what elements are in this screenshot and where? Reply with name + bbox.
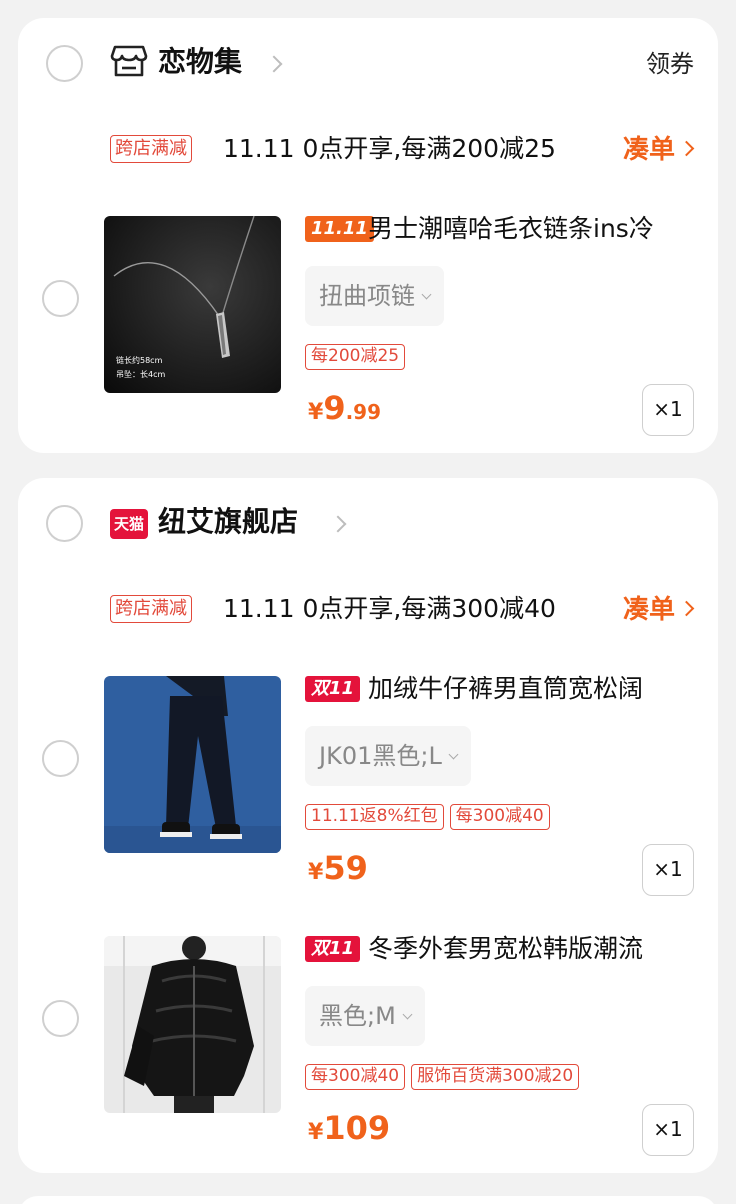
sku-selector[interactable]: 扭曲项链: [305, 266, 444, 326]
combine-order-label[interactable]: 凑单: [623, 135, 675, 165]
store-select-radio[interactable]: [46, 45, 83, 82]
price-currency: ¥: [308, 1120, 324, 1145]
product-image-necklace[interactable]: 链长约58cm 吊坠：长4cm: [104, 216, 281, 393]
product-title[interactable]: 冬季外套男宽松韩版潮流: [368, 930, 694, 968]
store-select-radio[interactable]: [46, 505, 83, 542]
jeans-photo: [104, 676, 281, 853]
discount-tag: 每300减40: [449, 804, 550, 830]
price-currency: ¥: [308, 400, 324, 425]
sku-value: JK01黑色;L: [319, 742, 442, 770]
sku-value: 黑色;M: [319, 1002, 396, 1030]
quantity-button[interactable]: ×1: [642, 1104, 694, 1156]
product-title[interactable]: 男士潮嘻哈毛衣链条ins冷: [368, 210, 694, 248]
discount-tags: 每300减40 服饰百货满300减20: [305, 1064, 585, 1090]
thumb-caption: 吊坠：长4cm: [116, 369, 165, 379]
store-name[interactable]: 纽艾旗舰店: [158, 502, 298, 542]
red-envelope-tag: 11.11返8%红包: [305, 804, 444, 830]
product-image-jeans[interactable]: [104, 676, 281, 853]
price: ¥9.99: [308, 388, 381, 434]
store-card-partial: [18, 1196, 718, 1204]
chevron-right-icon[interactable]: [678, 140, 695, 157]
store-card: 恋物集 领券 跨店满减 11.11 0点开享,每满200减25 凑单 链长约58…: [18, 18, 718, 453]
price: ¥109: [308, 1108, 390, 1154]
combine-order-link[interactable]: 凑单: [623, 590, 695, 630]
combine-order-link[interactable]: 凑单: [623, 130, 695, 170]
cart-item: 双11 冬季外套男宽松韩版潮流 黑色;M 每300减40 服饰百货满300减20 …: [18, 934, 718, 1156]
store-name[interactable]: 恋物集: [158, 42, 242, 82]
quantity-button[interactable]: ×1: [642, 844, 694, 896]
discount-tag: 每300减40: [305, 1064, 406, 1090]
chevron-down-icon: [448, 749, 459, 760]
shop-icon: [110, 45, 148, 77]
cross-store-discount-tag: 跨店满减: [110, 135, 192, 163]
category-discount-tag: 服饰百货满300减20: [411, 1064, 580, 1090]
thumb-caption: 链长约58cm: [116, 355, 163, 365]
product-title[interactable]: 加绒牛仔裤男直筒宽松阔: [368, 670, 694, 708]
cart-page: 恋物集 领券 跨店满减 11.11 0点开享,每满200减25 凑单 链长约58…: [0, 0, 736, 1204]
item-select-radio[interactable]: [42, 1000, 79, 1037]
tmall-icon: 天猫: [110, 509, 148, 539]
chevron-right-icon[interactable]: [265, 55, 283, 73]
item-select-radio[interactable]: [42, 740, 79, 777]
quantity-button[interactable]: ×1: [642, 384, 694, 436]
cart-item: 链长约58cm 吊坠：长4cm 11.11 男士潮嘻哈毛衣链条ins冷 扭曲项链…: [18, 214, 718, 436]
jacket-photo: [104, 936, 281, 1113]
price-integer: 109: [323, 1109, 391, 1147]
discount-tags: 每200减25: [305, 344, 411, 370]
product-image-jacket[interactable]: [104, 936, 281, 1113]
price-decimal: .99: [345, 400, 382, 424]
sku-selector[interactable]: 黑色;M: [305, 986, 425, 1046]
double-eleven-badge: 11.11: [305, 216, 374, 242]
double-eleven-badge: 双11: [305, 676, 361, 702]
store-header: 恋物集 领券: [18, 34, 718, 94]
get-coupon-link[interactable]: 领券: [646, 44, 694, 84]
price-currency: ¥: [308, 860, 324, 885]
chevron-down-icon: [421, 289, 432, 300]
cross-store-discount-tag: 跨店满减: [110, 595, 192, 623]
price-integer: 9: [323, 389, 346, 427]
promo-text: 11.11 0点开享,每满200减25: [223, 134, 556, 163]
item-select-radio[interactable]: [42, 280, 79, 317]
double-eleven-badge: 双11: [305, 936, 361, 962]
necklace-photo: 链长约58cm 吊坠：长4cm: [104, 216, 281, 393]
promo-row: 跨店满减 11.11 0点开享,每满200减25 凑单: [18, 130, 718, 170]
combine-order-label[interactable]: 凑单: [623, 595, 675, 625]
discount-tags: 11.11返8%红包 每300减40: [305, 804, 556, 830]
price: ¥59: [308, 848, 368, 894]
sku-value: 扭曲项链: [319, 282, 415, 310]
store-card: 天猫 纽艾旗舰店 跨店满减 11.11 0点开享,每满300减40 凑单 双11…: [18, 478, 718, 1173]
price-integer: 59: [323, 849, 368, 887]
promo-text: 11.11 0点开享,每满300减40: [223, 594, 556, 623]
chevron-right-icon[interactable]: [329, 515, 347, 533]
discount-tag: 每200减25: [305, 344, 406, 370]
cart-item: 双11 加绒牛仔裤男直筒宽松阔 JK01黑色;L 11.11返8%红包 每300减…: [18, 674, 718, 896]
sku-selector[interactable]: JK01黑色;L: [305, 726, 471, 786]
store-header: 天猫 纽艾旗舰店: [18, 494, 718, 554]
promo-row: 跨店满减 11.11 0点开享,每满300减40 凑单: [18, 590, 718, 630]
chevron-down-icon: [402, 1009, 413, 1020]
chevron-right-icon[interactable]: [678, 600, 695, 617]
